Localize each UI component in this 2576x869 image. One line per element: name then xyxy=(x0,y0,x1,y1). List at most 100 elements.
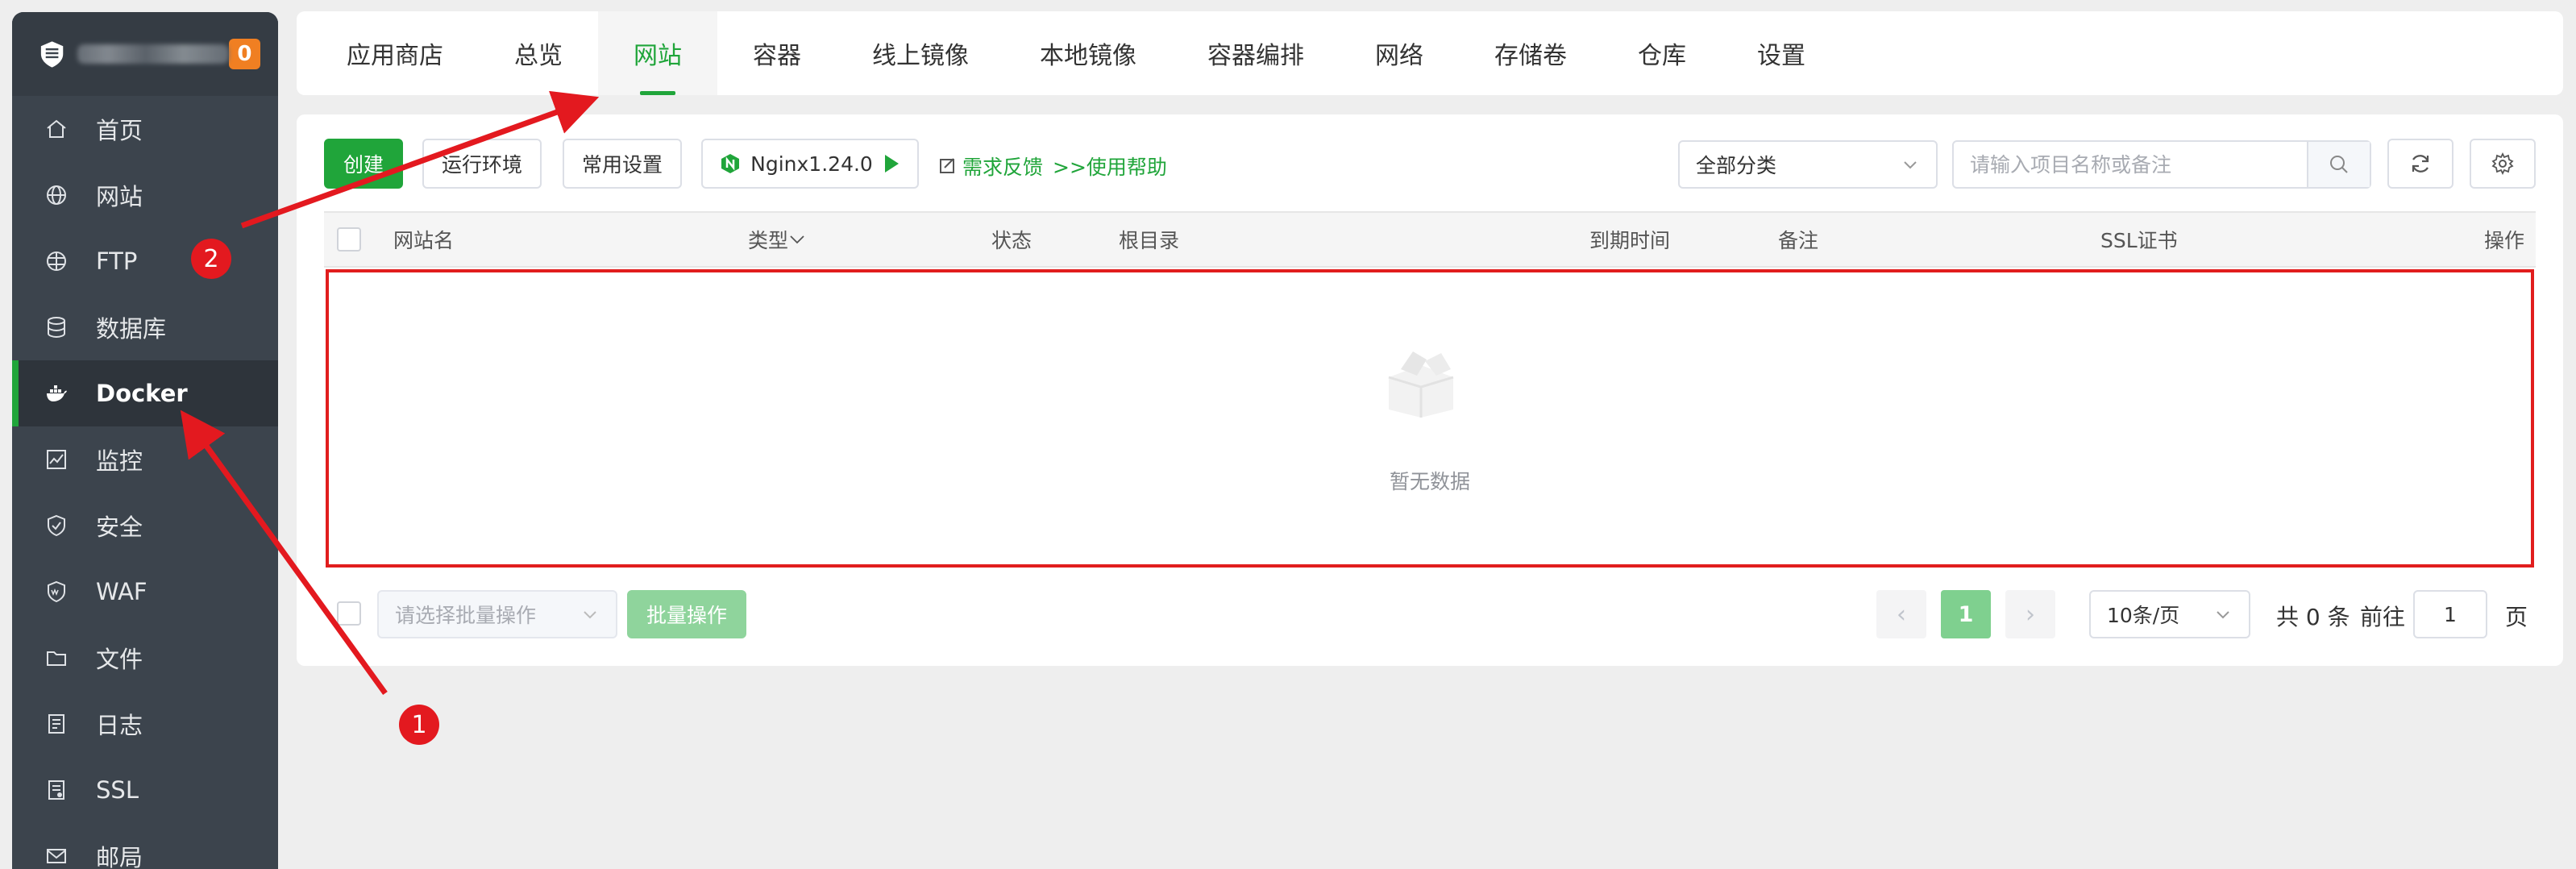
home-icon xyxy=(47,119,66,138)
folder-icon xyxy=(47,651,66,666)
sidebar-item-monitor[interactable]: 监控 xyxy=(12,426,278,493)
sidebar-item-waf[interactable]: WAF xyxy=(12,559,278,625)
sidebar: 0 首页 网站 FTP 数据库 Docker 监控 安全 WAF 文件 日志 S… xyxy=(12,12,278,869)
tab-app-store[interactable]: 应用商店 xyxy=(311,11,479,95)
search-input[interactable] xyxy=(1954,142,2308,187)
sidebar-item-label: WAF xyxy=(96,578,147,605)
tab-volumes[interactable]: 存储卷 xyxy=(1459,11,1602,95)
sidebar-item-label: 数据库 xyxy=(96,315,167,343)
col-type[interactable]: 类型 xyxy=(748,213,806,266)
sidebar-item-label: SSL xyxy=(96,776,139,804)
next-page-button[interactable]: › xyxy=(2005,590,2055,638)
batch-operation-button[interactable]: 批量操作 xyxy=(627,590,746,638)
sidebar-item-docker[interactable]: Docker xyxy=(12,360,278,426)
feedback-link[interactable]: 需求反馈 xyxy=(938,152,1043,181)
sidebar-menu: 首页 网站 FTP 数据库 Docker 监控 安全 WAF 文件 日志 SSL… xyxy=(12,96,278,869)
search-icon xyxy=(2330,156,2348,173)
col-actions: 操作 xyxy=(2484,229,2525,252)
chevron-down-icon xyxy=(2217,611,2229,619)
hostname-blurred xyxy=(77,44,229,64)
log-icon xyxy=(48,714,64,734)
sidebar-brand: 0 xyxy=(12,12,278,96)
tab-overview[interactable]: 总览 xyxy=(479,11,598,95)
chevron-down-icon xyxy=(584,611,596,619)
search-button[interactable] xyxy=(2307,142,2370,187)
sidebar-item-home[interactable]: 首页 xyxy=(12,96,278,162)
sidebar-item-ftp[interactable]: FTP xyxy=(12,228,278,294)
sidebar-item-label: Docker xyxy=(96,380,188,407)
shield-icon xyxy=(48,514,65,537)
waf-icon xyxy=(48,580,65,603)
sidebar-item-label: FTP xyxy=(96,247,138,275)
page-size-select[interactable]: 10条/页 xyxy=(2089,590,2250,638)
play-icon xyxy=(884,155,899,173)
sidebar-item-security[interactable]: 安全 xyxy=(12,493,278,559)
footer-select-checkbox[interactable] xyxy=(337,601,361,626)
annotation-marker-1: 1 xyxy=(399,705,439,745)
feedback-label: 需求反馈 xyxy=(962,156,1044,179)
batch-select[interactable]: 请选择批量操作 xyxy=(377,590,617,638)
sidebar-item-label: 监控 xyxy=(96,447,143,475)
sidebar-item-label: 邮局 xyxy=(96,844,143,869)
help-link[interactable]: >>使用帮助 xyxy=(1053,152,1167,181)
prev-page-button[interactable]: ‹ xyxy=(1876,590,1926,638)
total-count: 共 0 条 xyxy=(2276,604,2350,630)
monitor-icon xyxy=(47,450,66,469)
annotation-marker-2: 2 xyxy=(191,239,231,279)
globe-icon xyxy=(47,185,66,205)
category-select[interactable]: 全部分类 xyxy=(1678,140,1938,189)
notification-badge[interactable]: 0 xyxy=(228,39,261,69)
database-icon xyxy=(48,317,65,339)
goto-page-input[interactable]: 1 xyxy=(2413,590,2487,638)
tab-network[interactable]: 网络 xyxy=(1340,11,1459,95)
tab-compose[interactable]: 容器编排 xyxy=(1172,11,1340,95)
sidebar-item-files[interactable]: 文件 xyxy=(12,625,278,691)
mail-icon xyxy=(47,849,66,863)
page-unit-label: 页 xyxy=(2505,604,2528,630)
col-status: 状态 xyxy=(991,229,1032,252)
runtime-env-button[interactable]: 运行环境 xyxy=(422,139,542,189)
sidebar-item-ssl[interactable]: SSL xyxy=(12,757,278,823)
empty-text: 暂无数据 xyxy=(1389,470,1470,493)
tab-registry[interactable]: 仓库 xyxy=(1602,11,1722,95)
col-root-dir: 根目录 xyxy=(1119,229,1180,252)
nginx-button[interactable]: Nginx1.24.0 xyxy=(701,139,919,189)
col-expiry: 到期时间 xyxy=(1589,229,1671,252)
chevron-down-icon xyxy=(790,235,804,244)
sidebar-item-label: 日志 xyxy=(96,712,143,739)
page-size-value: 10条/页 xyxy=(2107,604,2180,627)
sidebar-item-database[interactable]: 数据库 xyxy=(12,294,278,360)
ftp-icon xyxy=(47,252,66,271)
col-remark: 备注 xyxy=(1778,229,1819,252)
sidebar-item-mail[interactable]: 邮局 xyxy=(12,823,278,869)
nginx-icon xyxy=(721,154,740,173)
sidebar-item-label: 文件 xyxy=(96,646,143,673)
current-page[interactable]: 1 xyxy=(1941,590,1991,638)
tab-local-images[interactable]: 本地镜像 xyxy=(1004,11,1172,95)
refresh-icon xyxy=(2412,155,2429,173)
create-button[interactable]: 创建 xyxy=(324,139,403,189)
sidebar-item-logs[interactable]: 日志 xyxy=(12,691,278,757)
chevron-down-icon xyxy=(1904,161,1917,169)
col-type-label: 类型 xyxy=(748,229,789,252)
settings-button[interactable] xyxy=(2470,139,2536,189)
sidebar-item-website[interactable]: 网站 xyxy=(12,162,278,228)
search-box xyxy=(1952,140,2371,189)
tab-containers[interactable]: 容器 xyxy=(717,11,837,95)
tab-website[interactable]: 网站 xyxy=(598,11,717,95)
col-ssl: SSL证书 xyxy=(2100,229,2178,252)
table-body-highlighted: 暂无数据 xyxy=(326,269,2534,568)
refresh-button[interactable] xyxy=(2387,139,2453,189)
sidebar-item-label: 网站 xyxy=(96,183,143,210)
table-header: 网站名 类型 状态 根目录 到期时间 备注 SSL证书 操作 xyxy=(324,211,2536,268)
common-settings-button[interactable]: 常用设置 xyxy=(563,139,682,189)
batch-select-placeholder: 请选择批量操作 xyxy=(395,604,537,627)
tab-online-images[interactable]: 线上镜像 xyxy=(837,11,1004,95)
panel-logo-icon xyxy=(40,41,64,68)
sidebar-item-label: 安全 xyxy=(96,514,143,541)
category-value: 全部分类 xyxy=(1696,154,1777,177)
tab-settings[interactable]: 设置 xyxy=(1722,11,1841,95)
empty-box-icon xyxy=(1388,351,1454,418)
select-all-checkbox[interactable] xyxy=(337,227,361,252)
website-panel: 创建 运行环境 常用设置 Nginx1.24.0 需求反馈 >>使用帮助 全部分… xyxy=(297,114,2563,666)
